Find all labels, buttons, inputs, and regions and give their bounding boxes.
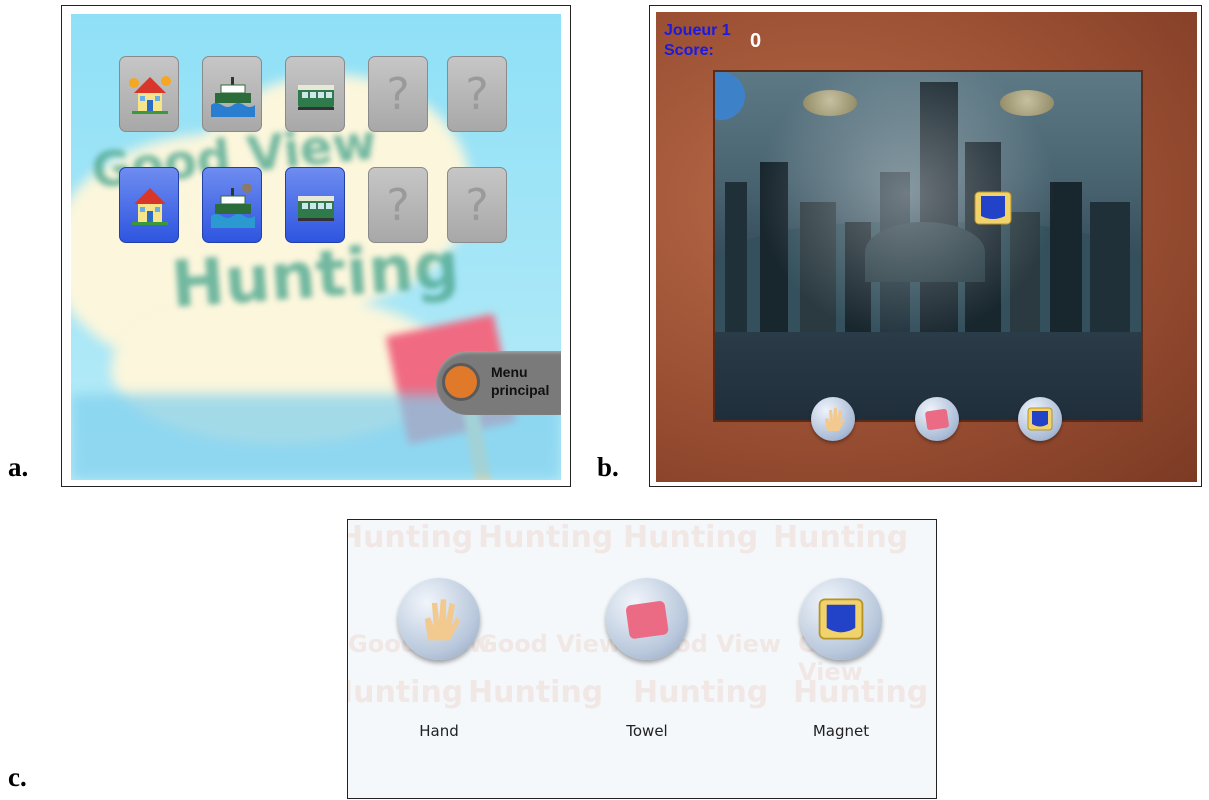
memory-game-board: Good View Hunting ? ? ? ? Menu principal (71, 14, 561, 480)
player-label: Joueur 1 (664, 22, 731, 39)
card-hidden-3[interactable]: ? (368, 167, 428, 243)
wood-frame: Joueur 1 Score: 0 (656, 12, 1197, 482)
cleaning-game-panel: Joueur 1 Score: 0 (649, 5, 1202, 487)
question-mark: ? (386, 179, 410, 231)
question-mark: ? (386, 68, 410, 120)
tool-hand-button[interactable] (811, 397, 855, 441)
magnet-icon (818, 598, 864, 640)
main-menu-label: Menu principal (491, 363, 561, 399)
magnet-tool-button[interactable] (800, 578, 882, 660)
card-house[interactable] (119, 56, 179, 132)
card-hidden-1[interactable]: ? (368, 56, 428, 132)
magnet-cursor-icon (974, 191, 1012, 225)
tool-towel-button[interactable] (915, 397, 959, 441)
question-mark: ? (465, 68, 489, 120)
hand-tool-label: Hand (419, 722, 459, 740)
card-ferry[interactable] (202, 56, 262, 132)
score-label: Score: (664, 42, 714, 59)
question-mark: ? (465, 179, 489, 231)
ferry-icon (211, 77, 255, 117)
hand-icon (424, 599, 461, 641)
towel-tool-button[interactable] (606, 578, 688, 660)
city-skyline-scene[interactable] (713, 70, 1143, 422)
panel-label-a: a. (8, 452, 29, 482)
card-tram[interactable] (285, 56, 345, 132)
card-ferry-matched[interactable] (202, 167, 262, 243)
tram-icon (298, 85, 334, 110)
towel-icon (925, 408, 949, 431)
home-icon (442, 363, 480, 401)
ufo-left (803, 90, 857, 116)
house-icon (132, 188, 168, 225)
menu-label-line2: principal (491, 382, 550, 398)
card-hidden-2[interactable]: ? (447, 56, 507, 132)
ferry-icon (211, 184, 255, 228)
tool-magnet-button[interactable] (1018, 397, 1062, 441)
hand-icon (825, 408, 845, 431)
panel-label-c: c. (8, 762, 27, 792)
hand-tool-button[interactable] (398, 578, 480, 660)
ufo-right (1000, 90, 1054, 116)
tool-select-panel: Hunting Hunting Hunting Hunting Good Vie… (347, 519, 937, 799)
card-tram-matched[interactable] (285, 167, 345, 243)
memory-game-panel: Good View Hunting ? ? ? ? Menu principal (61, 5, 571, 487)
house-icon (129, 76, 171, 114)
menu-label-line1: Menu (491, 364, 528, 380)
score-value: 0 (750, 30, 762, 52)
magnet-icon (1027, 407, 1053, 431)
towel-icon (626, 601, 669, 639)
magnet-tool-label: Magnet (812, 722, 870, 740)
tram-icon (298, 196, 334, 221)
card-hidden-4[interactable]: ? (447, 167, 507, 243)
card-house-matched[interactable] (119, 167, 179, 243)
panel-label-b: b. (597, 452, 619, 482)
towel-tool-label: Towel (626, 722, 668, 740)
main-menu-button[interactable]: Menu principal (436, 351, 561, 415)
